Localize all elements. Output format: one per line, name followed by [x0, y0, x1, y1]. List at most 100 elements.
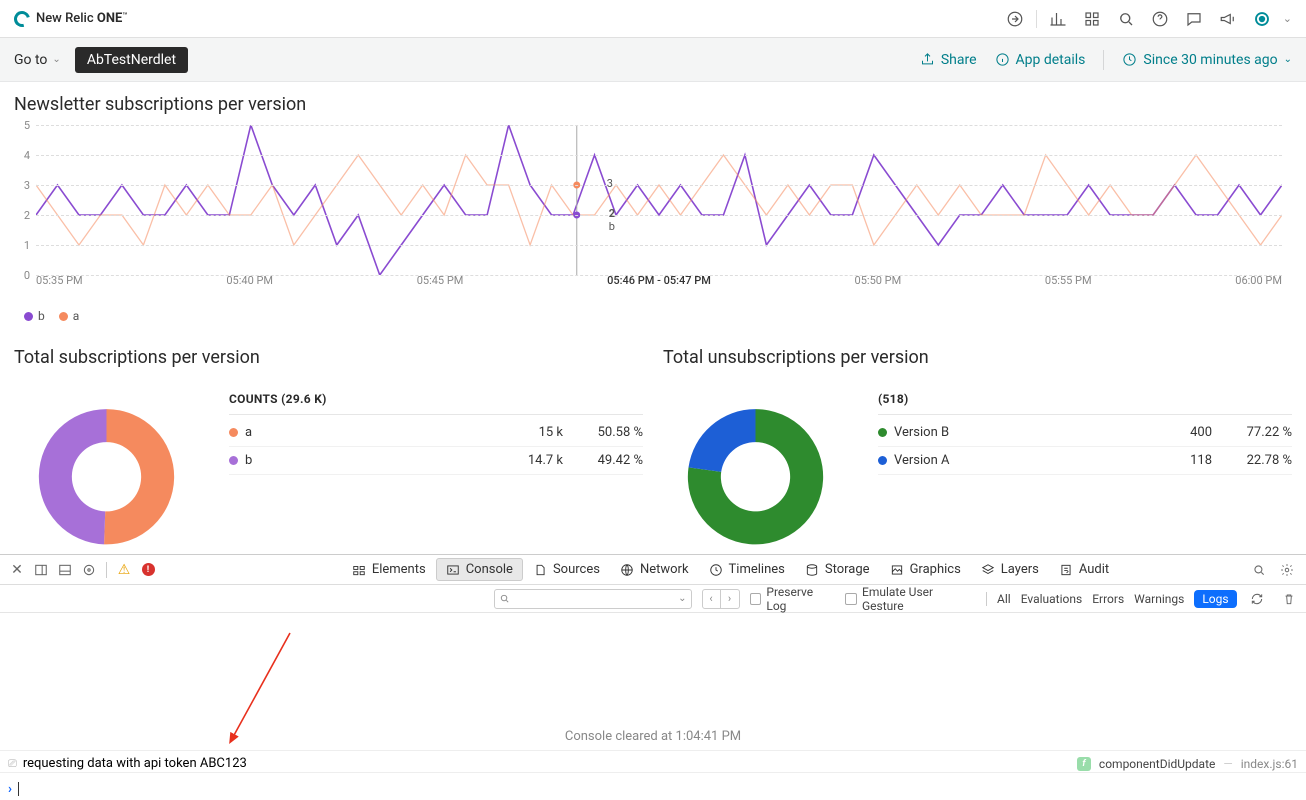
- app-details-button[interactable]: App details: [995, 52, 1086, 68]
- share-button[interactable]: Share: [920, 52, 977, 68]
- line-chart-title: Newsletter subscriptions per version: [14, 94, 1292, 115]
- help-icon[interactable]: [1147, 6, 1173, 32]
- subs-counts-header: COUNTS (29.6 K): [229, 392, 643, 415]
- chart-plot-area: 32b: [36, 125, 1282, 275]
- chart-icon[interactable]: [1045, 6, 1071, 32]
- graphics-icon: [890, 563, 904, 577]
- console-body: Console cleared at 1:04:41 PM ⎚ requestin…: [0, 613, 1306, 800]
- timelines-icon: [709, 563, 723, 577]
- reload-icon[interactable]: [1247, 588, 1269, 610]
- tab-storage[interactable]: Storage: [795, 558, 880, 581]
- content-area: Newsletter subscriptions per version 012…: [0, 82, 1306, 551]
- unsubs-table: (518) Version B40077.22 %Version A11822.…: [878, 386, 1292, 475]
- tab-sources[interactable]: Sources: [523, 558, 610, 581]
- filter-warnings[interactable]: Warnings: [1134, 592, 1184, 606]
- function-badge-icon: f: [1077, 757, 1091, 771]
- emulate-gesture-checkbox[interactable]: Emulate User Gesture: [845, 585, 976, 613]
- audit-icon: [1059, 563, 1073, 577]
- share-icon: [920, 52, 935, 67]
- close-icon[interactable]: ✕: [6, 559, 28, 581]
- chevron-down-icon[interactable]: ⌄: [1283, 12, 1292, 25]
- table-row[interactable]: a15 k50.58 %: [229, 419, 643, 447]
- prompt-chevron-icon: ›: [8, 782, 12, 797]
- dock-bottom-icon[interactable]: [54, 559, 76, 581]
- unsubs-donut-chart[interactable]: [663, 386, 848, 551]
- tab-network[interactable]: Network: [610, 558, 699, 581]
- dock-side-icon[interactable]: [30, 559, 52, 581]
- brand-text: New Relic ONE™: [36, 11, 127, 26]
- chart-legend: ba: [14, 305, 1292, 323]
- log-message: requesting data with api token ABC123: [23, 756, 247, 771]
- table-row[interactable]: Version A11822.78 %: [878, 447, 1292, 475]
- clear-icon[interactable]: [1278, 588, 1300, 610]
- apps-grid-icon[interactable]: [1079, 6, 1105, 32]
- console-cleared-message: Console cleared at 1:04:41 PM: [0, 729, 1306, 751]
- nerdlet-badge: AbTestNerdlet: [75, 47, 188, 73]
- subs-donut-chart[interactable]: [14, 386, 199, 551]
- filter-errors[interactable]: Errors: [1092, 592, 1124, 606]
- top-header: New Relic ONE™ ⌄: [0, 0, 1306, 38]
- log-source[interactable]: index.js:61: [1241, 757, 1298, 771]
- tab-layers[interactable]: Layers: [971, 558, 1049, 581]
- filter-evaluations[interactable]: Evaluations: [1021, 592, 1083, 606]
- search-icon[interactable]: [1113, 6, 1139, 32]
- console-log-line: ⎚ requesting data with api token ABC123 f…: [0, 755, 1306, 773]
- sources-icon: [533, 563, 547, 577]
- subs-title: Total subscriptions per version: [14, 347, 643, 368]
- back-icon[interactable]: [1002, 6, 1028, 32]
- filter-all[interactable]: All: [997, 592, 1011, 606]
- divider: [1036, 10, 1037, 28]
- console-icon: [446, 563, 460, 577]
- storage-icon: [805, 563, 819, 577]
- tab-console[interactable]: Console: [436, 558, 523, 581]
- table-row[interactable]: b14.7 k49.42 %: [229, 447, 643, 475]
- console-prompt[interactable]: ›: [0, 778, 1306, 800]
- subs-table: COUNTS (29.6 K) a15 k50.58 %b14.7 k49.42…: [229, 386, 643, 475]
- warning-icon[interactable]: ⚠: [113, 559, 135, 581]
- nav-arrows[interactable]: ‹›: [702, 589, 740, 609]
- line-chart[interactable]: 012345 32b 05:35 PM05:40 PM05:45 PM05:46…: [14, 125, 1292, 305]
- divider: [1103, 50, 1104, 70]
- search-icon[interactable]: [1248, 559, 1270, 581]
- log-level-icon: ⎚: [8, 757, 17, 771]
- tab-elements[interactable]: Elements: [342, 558, 436, 581]
- unsubs-title: Total unsubscriptions per version: [663, 347, 1292, 368]
- legend-item[interactable]: a: [59, 309, 80, 323]
- unsubs-counts-header: (518): [878, 392, 1292, 415]
- megaphone-icon[interactable]: [1215, 6, 1241, 32]
- devtools-filter-row: ⌄ ‹› Preserve Log Emulate User Gesture A…: [0, 585, 1306, 613]
- info-icon: [995, 52, 1010, 67]
- chevron-down-icon: ⌄: [1284, 54, 1292, 65]
- console-search-input[interactable]: ⌄: [494, 589, 692, 609]
- devtools-panel: ✕ ⚠ ! Elements Console Sources Network T…: [0, 554, 1306, 800]
- tab-timelines[interactable]: Timelines: [699, 558, 795, 581]
- filter-logs[interactable]: Logs: [1194, 590, 1236, 608]
- error-icon[interactable]: !: [137, 559, 159, 581]
- subs-panel: Total subscriptions per version COUNTS (…: [14, 347, 643, 551]
- x-axis-labels: 05:35 PM05:40 PM05:45 PM05:46 PM - 05:47…: [36, 274, 1282, 287]
- inspect-icon[interactable]: [78, 559, 100, 581]
- clock-icon: [1122, 52, 1137, 67]
- layers-icon: [981, 563, 995, 577]
- account-icon[interactable]: [1249, 6, 1275, 32]
- network-icon: [620, 563, 634, 577]
- time-picker-button[interactable]: Since 30 minutes ago ⌄: [1122, 52, 1292, 68]
- table-row[interactable]: Version B40077.22 %: [878, 419, 1292, 447]
- brand-logo[interactable]: New Relic ONE™: [14, 11, 127, 27]
- chat-icon[interactable]: [1181, 6, 1207, 32]
- goto-button[interactable]: Go to⌄: [14, 52, 61, 68]
- unsubs-panel: Total unsubscriptions per version (518) …: [663, 347, 1292, 551]
- elements-icon: [352, 563, 366, 577]
- tab-graphics[interactable]: Graphics: [880, 558, 971, 581]
- donut-row: Total subscriptions per version COUNTS (…: [14, 347, 1292, 551]
- devtools-tabs-row: ✕ ⚠ ! Elements Console Sources Network T…: [0, 555, 1306, 585]
- sub-header: Go to⌄ AbTestNerdlet Share App details S…: [0, 38, 1306, 82]
- preserve-log-checkbox[interactable]: Preserve Log: [750, 585, 836, 613]
- tab-audit[interactable]: Audit: [1049, 558, 1119, 581]
- legend-item[interactable]: b: [24, 309, 45, 323]
- header-actions: ⌄: [1002, 6, 1292, 32]
- log-function: componentDidUpdate: [1099, 757, 1215, 771]
- gear-icon[interactable]: [1276, 559, 1298, 581]
- text-cursor: [18, 782, 19, 796]
- newrelic-logo-icon: [11, 8, 33, 30]
